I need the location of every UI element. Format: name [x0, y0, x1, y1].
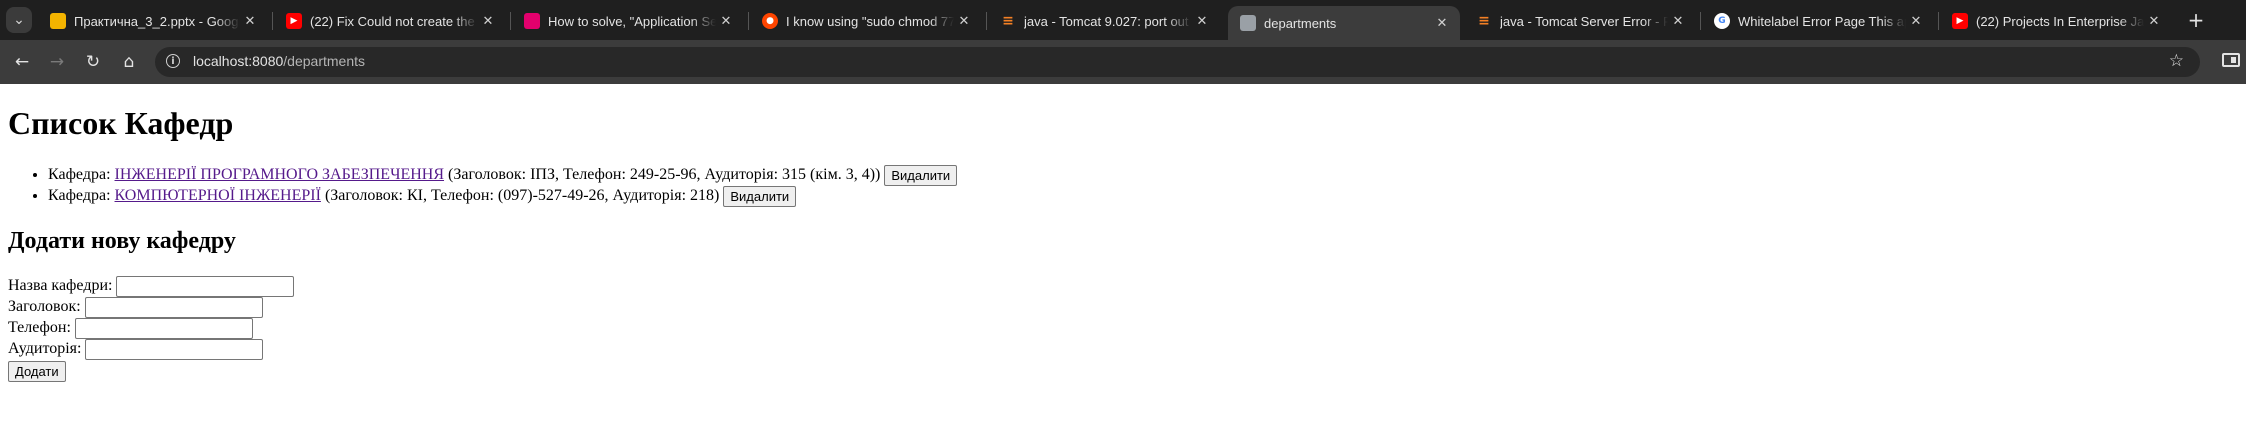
stackoverflow-icon: ≡	[1478, 13, 1490, 29]
tab-stackoverflow-port[interactable]: ≡ java - Tomcat 9.027: port out of range…	[988, 7, 1220, 35]
tab-departments[interactable]: departments ✕	[1228, 6, 1460, 40]
tab-separator	[986, 12, 987, 30]
site-info-icon[interactable]: i	[166, 54, 180, 68]
google-icon: G	[1714, 13, 1730, 29]
tab-title: Whitelabel Error Page This application	[1738, 13, 1906, 29]
reddit-icon: ●	[762, 13, 778, 29]
page-content: Список Кафедр Кафедра: ІНЖЕНЕРІЇ ПРОГРАМ…	[0, 87, 2246, 446]
delete-button[interactable]: Видалити	[884, 164, 958, 186]
header-input[interactable]	[84, 296, 263, 318]
form-row-phone: Телефон:	[8, 317, 294, 339]
room-input[interactable]	[85, 338, 264, 360]
url-text[interactable]: localhost:8080/departments	[193, 53, 365, 69]
tab-search-chevron-icon[interactable]: ⌄	[6, 7, 32, 33]
tab-separator	[510, 12, 511, 30]
bookmark-star-icon[interactable]: ☆	[2169, 51, 2184, 71]
close-icon[interactable]: ✕	[1432, 16, 1452, 31]
name-label: Назва кафедри:	[8, 277, 113, 294]
department-prefix: Кафедра:	[48, 166, 115, 183]
page-title: Список Кафедр	[8, 105, 234, 141]
tab-youtube-fix[interactable]: ▶ (22) Fix Could not create the Java Vir…	[274, 7, 506, 35]
stackoverflow-icon: ≡	[1002, 13, 1014, 29]
home-icon[interactable]: ⌂	[117, 50, 141, 74]
close-icon[interactable]: ✕	[716, 14, 736, 29]
close-icon[interactable]: ✕	[1906, 14, 1926, 29]
tab-separator	[748, 12, 749, 30]
jetbrains-icon	[524, 13, 540, 29]
tab-jetbrains[interactable]: How to solve, "Application Server failed…	[512, 7, 744, 35]
department-item: Кафедра: КОМПЮТЕРНОЇ ІНЖЕНЕРІЇ (Заголово…	[48, 185, 957, 207]
tab-title: How to solve, "Application Server failed…	[548, 13, 716, 29]
name-input[interactable]	[116, 275, 295, 297]
side-panel-icon[interactable]	[2222, 53, 2240, 67]
back-arrow-icon[interactable]: ←	[10, 50, 34, 74]
form-row-submit: Додати	[8, 360, 294, 382]
phone-label: Телефон:	[8, 319, 71, 336]
tab-youtube-projects[interactable]: ▶ (22) Projects In Enterprise Java ✕	[1940, 7, 2172, 35]
tab-reddit[interactable]: ● I know using "sudo chmod 777" is bad ✕	[750, 7, 982, 35]
department-details: (Заголовок: ІПЗ, Телефон: 249-25-96, Ауд…	[444, 166, 885, 183]
tab-strip: ⌄ Практична_3_2.pptx - Google Slides ✕ ▶…	[0, 0, 2246, 40]
forward-arrow-icon[interactable]: →	[45, 50, 69, 74]
tab-separator	[1938, 12, 1939, 30]
form-row-header: Заголовок:	[8, 296, 294, 318]
close-icon[interactable]: ✕	[954, 14, 974, 29]
delete-button[interactable]: Видалити	[723, 185, 797, 207]
tab-title: departments	[1264, 15, 1337, 31]
add-button[interactable]: Додати	[8, 360, 66, 382]
add-department-heading: Додати нову кафедру	[8, 228, 236, 254]
close-icon[interactable]: ✕	[478, 14, 498, 29]
slides-icon	[50, 13, 66, 29]
reload-icon[interactable]: ↻	[81, 50, 105, 74]
url-path: /departments	[283, 53, 366, 69]
form-row-name: Назва кафедри:	[8, 275, 295, 297]
tab-title: java - Tomcat 9.027: port out of range	[1024, 13, 1192, 29]
close-icon[interactable]: ✕	[1668, 14, 1688, 29]
tab-whitelabel[interactable]: G Whitelabel Error Page This application…	[1702, 7, 1934, 35]
department-item: Кафедра: ІНЖЕНЕРІЇ ПРОГРАМНОГО ЗАБЕЗПЕЧЕ…	[48, 164, 958, 186]
tab-title: (22) Projects In Enterprise Java	[1976, 13, 2144, 29]
tab-separator	[272, 12, 273, 30]
department-details: (Заголовок: КІ, Телефон: (097)-527-49-26…	[320, 187, 724, 204]
page-icon	[1240, 15, 1256, 31]
tab-slides[interactable]: Практична_3_2.pptx - Google Slides ✕	[38, 7, 268, 35]
close-icon[interactable]: ✕	[1192, 14, 1212, 29]
header-label: Заголовок:	[8, 298, 81, 315]
tab-title: java - Tomcat Server Error - Port 8080	[1500, 13, 1668, 29]
room-label: Аудиторія:	[8, 340, 82, 357]
tab-title: Практична_3_2.pptx - Google Slides	[74, 13, 240, 29]
department-link[interactable]: ІНЖЕНЕРІЇ ПРОГРАМНОГО ЗАБЕЗПЕЧЕННЯ	[115, 166, 445, 183]
form-row-room: Аудиторія:	[8, 338, 294, 360]
url-host: localhost:8080	[193, 53, 284, 69]
youtube-icon: ▶	[286, 13, 302, 29]
new-tab-plus-icon[interactable]: +	[2184, 8, 2208, 32]
tab-title: (22) Fix Could not create the Java Virtu…	[310, 13, 478, 29]
youtube-icon: ▶	[1952, 13, 1968, 29]
phone-input[interactable]	[74, 317, 253, 339]
department-list: Кафедра: ІНЖЕНЕРІЇ ПРОГРАМНОГО ЗАБЕЗПЕЧЕ…	[8, 164, 958, 207]
tab-title: I know using "sudo chmod 777" is bad	[786, 13, 954, 29]
add-department-form: Назва кафедри: Заголовок: Телефон: Аудит…	[8, 275, 295, 382]
address-bar[interactable]: i localhost:8080/departments ☆	[155, 47, 2200, 77]
close-icon[interactable]: ✕	[240, 14, 260, 29]
department-prefix: Кафедра:	[48, 187, 115, 204]
tab-stackoverflow-tomcat[interactable]: ≡ java - Tomcat Server Error - Port 8080…	[1464, 7, 1696, 35]
close-icon[interactable]: ✕	[2144, 14, 2164, 29]
tab-separator	[1700, 12, 1701, 30]
department-link[interactable]: КОМПЮТЕРНОЇ ІНЖЕНЕРІЇ	[115, 187, 321, 204]
